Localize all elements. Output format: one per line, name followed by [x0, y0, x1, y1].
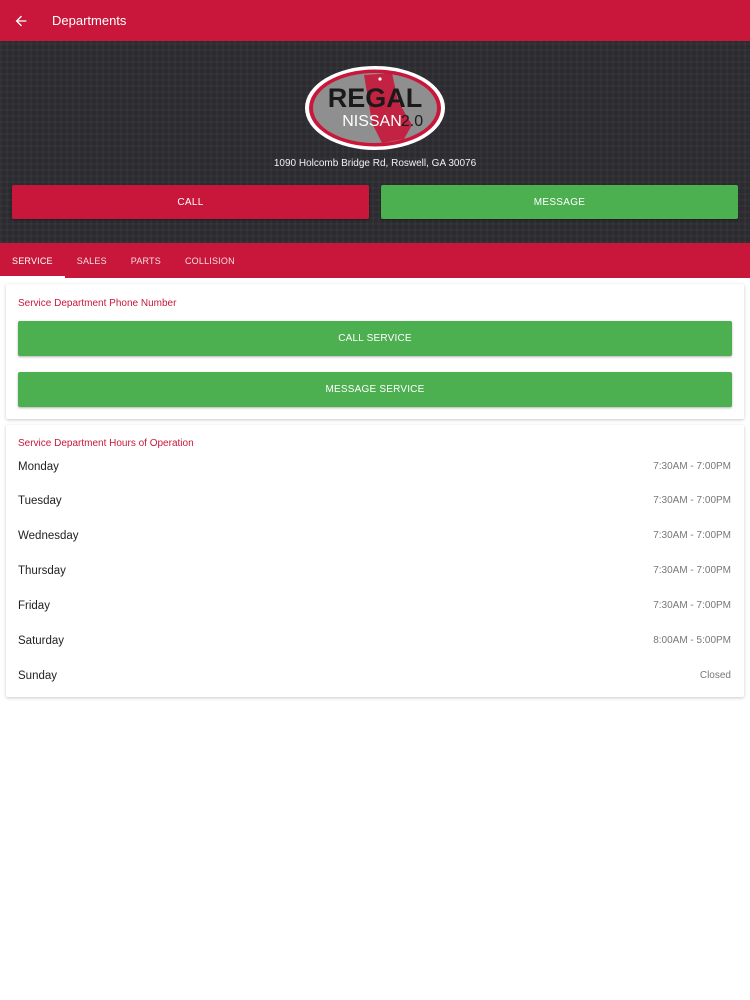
day-label: Friday [18, 599, 50, 612]
back-button[interactable] [0, 0, 42, 41]
day-label: Sunday [18, 669, 58, 682]
call-button[interactable]: CALL [12, 185, 369, 219]
hours-value: 8:00AM - 5:00PM [653, 635, 731, 646]
page-title: Departments [52, 13, 127, 28]
hours-value: 7:30AM - 7:00PM [653, 495, 731, 506]
hours-value: 7:30AM - 7:00PM [653, 530, 731, 541]
tab-service[interactable]: SERVICE [0, 243, 65, 278]
tab-parts[interactable]: PARTS [119, 243, 173, 278]
call-service-button[interactable]: CALL SERVICE [18, 321, 732, 356]
day-label: Saturday [18, 634, 65, 647]
tab-sales[interactable]: SALES [65, 243, 119, 278]
day-label: Thursday [18, 564, 66, 577]
hours-value: Closed [699, 670, 731, 681]
hours-row: Thursday 7:30AM - 7:00PM [6, 553, 744, 588]
department-tabs: SERVICE SALES PARTS COLLISION [0, 243, 750, 278]
tab-collision[interactable]: COLLISION [173, 243, 247, 278]
hours-row: Saturday 8:00AM - 5:00PM [6, 623, 744, 658]
hours-card: Service Department Hours of Operation Mo… [6, 425, 744, 697]
hours-value: 7:30AM - 7:00PM [653, 461, 731, 472]
dealer-logo: REGAL NISSAN 2.0 [305, 66, 445, 150]
dealer-address: 1090 Holcomb Bridge Rd, Roswell, GA 3007… [273, 158, 477, 169]
phone-card: Service Department Phone Number CALL SER… [6, 284, 744, 419]
svg-text:2.0: 2.0 [401, 113, 423, 130]
day-label: Tuesday [18, 494, 62, 507]
svg-text:REGAL: REGAL [328, 83, 423, 113]
day-label: Wednesday [18, 529, 79, 542]
phone-card-title: Service Department Phone Number [18, 298, 177, 309]
dealer-header: REGAL NISSAN 2.0 1090 Holcomb Bridge Rd,… [0, 41, 750, 243]
message-service-button[interactable]: MESSAGE SERVICE [18, 372, 732, 407]
message-button[interactable]: MESSAGE [381, 185, 738, 219]
svg-text:NISSAN: NISSAN [342, 113, 402, 130]
day-label: Monday [18, 461, 59, 473]
hours-card-title: Service Department Hours of Operation [18, 438, 194, 449]
hours-row: Sunday Closed [6, 658, 744, 693]
hours-row: Friday 7:30AM - 7:00PM [6, 588, 744, 623]
hours-row: Wednesday 7:30AM - 7:00PM [6, 518, 744, 553]
app-bar: Departments [0, 0, 750, 41]
arrow-left-icon [15, 15, 27, 26]
hours-list: Monday 7:30AM - 7:00PM Tuesday 7:30AM - … [6, 451, 744, 693]
hours-row: Monday 7:30AM - 7:00PM [6, 451, 744, 483]
hours-value: 7:30AM - 7:00PM [653, 600, 731, 611]
hours-row: Tuesday 7:30AM - 7:00PM [6, 483, 744, 518]
hours-value: 7:30AM - 7:00PM [653, 565, 731, 576]
